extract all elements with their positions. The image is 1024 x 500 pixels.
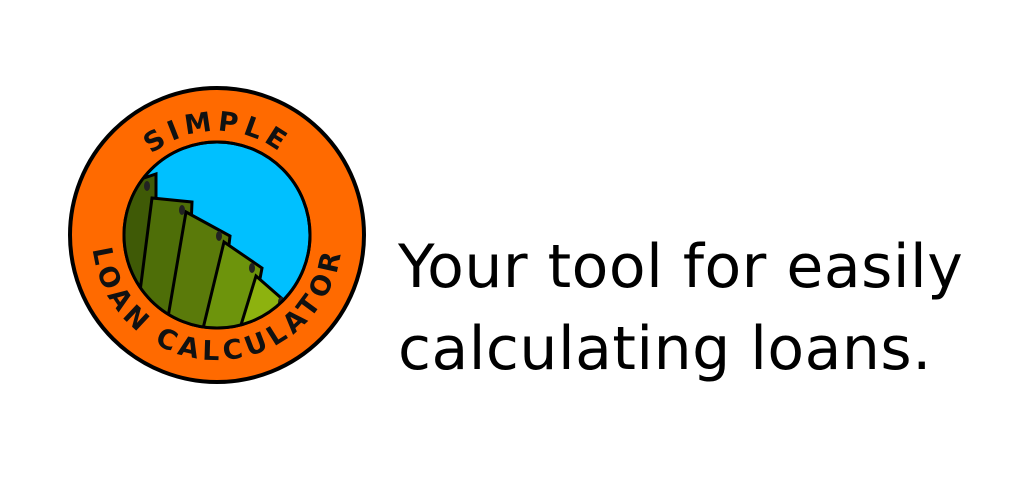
tagline: Your tool for easily calculating loans.	[398, 226, 1018, 390]
app-logo: SIMPLE LOAN CALCULATOR	[66, 84, 368, 386]
tagline-line-1: Your tool for easily	[398, 232, 964, 302]
app-banner: SIMPLE LOAN CALCULATOR Your tool for eas…	[0, 0, 1024, 500]
loan-calculator-logo-icon: SIMPLE LOAN CALCULATOR	[68, 86, 366, 384]
tagline-line-2: calculating loans.	[398, 314, 932, 384]
